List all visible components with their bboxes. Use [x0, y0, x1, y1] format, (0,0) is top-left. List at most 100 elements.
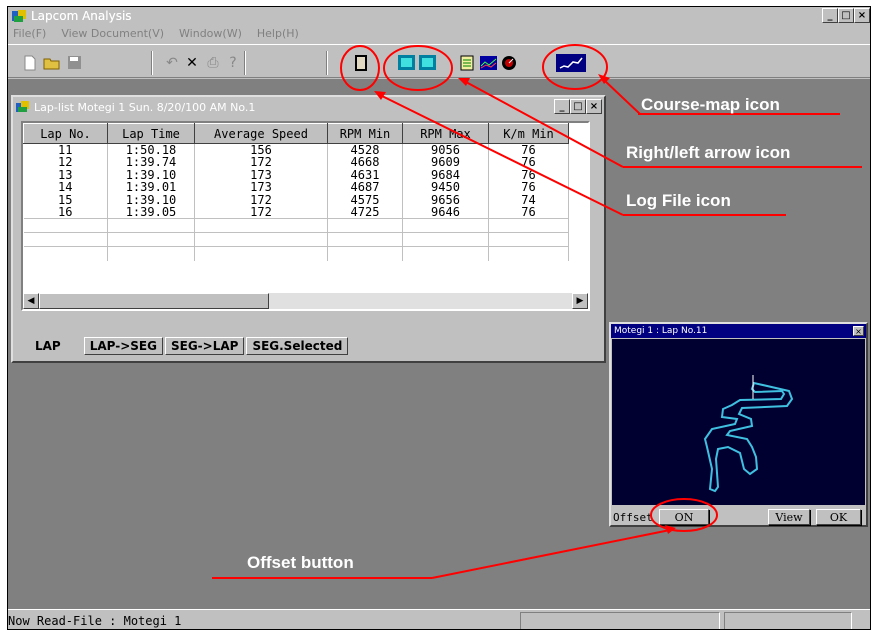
tab-lap[interactable]: LAP [19, 335, 66, 355]
status-panel [724, 612, 852, 629]
table-cell: 172 [194, 156, 328, 169]
log-file-callout: Log File icon [626, 191, 731, 210]
scroll-thumb[interactable] [39, 293, 269, 309]
table-cell: 4668 [327, 156, 403, 169]
table-row[interactable]: 12 1:39.74 172 4668 9609 76 [23, 156, 569, 169]
scroll-right-icon[interactable]: ▶ [572, 293, 588, 309]
table-cell: 1:39.01 [107, 181, 195, 194]
course-map-title: Motegi 1 : Lap No.11 [611, 324, 866, 338]
table-cell: 1:50.18 [107, 143, 195, 156]
offset-on-button[interactable]: ON [659, 509, 709, 525]
minimize-button[interactable]: _ [822, 8, 838, 23]
column-header[interactable]: RPM Max [402, 123, 489, 144]
right-arrow-icon[interactable] [418, 54, 436, 71]
new-file-icon[interactable] [21, 54, 39, 71]
column-header[interactable]: Lap Time [107, 123, 195, 144]
table-cell: 9056 [402, 143, 489, 156]
lap-list-minimize-button[interactable]: _ [554, 99, 570, 114]
course-map-canvas[interactable] [612, 339, 865, 505]
table-cell: 173 [194, 181, 328, 194]
app-title: Lapcom Analysis [31, 9, 132, 23]
tab-lap-seg[interactable]: LAP->SEG [83, 337, 163, 355]
course-map-icon[interactable] [556, 53, 586, 72]
course-map-footer: Offset ON View OK [611, 506, 866, 525]
table-row[interactable]: 14 1:39.01 173 4687 9450 76 [23, 181, 569, 194]
table-cell: 4687 [327, 181, 403, 194]
table-cell: 76 [488, 206, 569, 219]
table-row[interactable]: 15 1:39.10 172 4575 9656 74 [23, 193, 569, 206]
empty-row [23, 246, 569, 261]
table-cell: 14 [23, 181, 108, 194]
table-cell: 12 [23, 156, 108, 169]
speedometer-icon[interactable] [500, 54, 518, 71]
table-cell: 76 [488, 181, 569, 194]
title-bar: Lapcom Analysis _ □ × [8, 7, 870, 25]
table-cell: 1:39.74 [107, 156, 195, 169]
view-button[interactable]: View [768, 509, 810, 525]
print-icon[interactable]: ⎙ [204, 54, 222, 71]
course-map-callout: Course-map icon [641, 95, 780, 114]
ok-button[interactable]: OK [816, 509, 861, 525]
course-map-close-button[interactable]: × [853, 326, 864, 336]
menu-help[interactable]: Help(H) [257, 25, 299, 43]
empty-row [23, 232, 569, 247]
cut-icon[interactable]: ✕ [183, 54, 201, 71]
toolbar: ↶ ✕ ⎙ ? [8, 44, 870, 78]
tab-seg-selected[interactable]: SEG.Selected [246, 337, 349, 355]
horizontal-scrollbar[interactable]: ◀ ▶ [23, 293, 588, 309]
lap-list-maximize-button[interactable]: □ [570, 99, 586, 114]
toolbar-separator [244, 51, 246, 75]
offset-label: Offset [613, 511, 653, 524]
table-cell: 9450 [402, 181, 489, 194]
close-button[interactable]: × [854, 8, 870, 23]
lap-list-window: Lap-list Motegi 1 Sun. 8/20/100 AM No.1 … [11, 95, 606, 363]
app-logo-icon [11, 9, 27, 23]
log-file-icon[interactable] [352, 54, 370, 71]
tab-strip: LAP LAP->SEG SEG->LAP SEG.Selected [19, 335, 579, 355]
table-cell: 76 [488, 156, 569, 169]
table-cell: 76 [488, 168, 569, 181]
maximize-button[interactable]: □ [838, 8, 854, 23]
notepad-icon[interactable] [458, 54, 476, 71]
table-row[interactable]: 16 1:39.05 172 4725 9646 76 [23, 206, 569, 219]
arrow-callout: Right/left arrow icon [626, 143, 791, 162]
undo-icon[interactable]: ↶ [163, 54, 181, 71]
save-icon[interactable] [65, 54, 83, 71]
lap-list-title-bar: Lap-list Motegi 1 Sun. 8/20/100 AM No.1 … [13, 97, 604, 117]
column-header[interactable]: Lap No. [23, 123, 108, 144]
offset-callout: Offset button [247, 553, 354, 572]
table-cell: 173 [194, 168, 328, 181]
column-header[interactable]: Average Speed [194, 123, 328, 144]
table-cell: 13 [23, 168, 108, 181]
tab-seg-lap[interactable]: SEG->LAP [164, 337, 245, 355]
lap-table[interactable]: Lap No. Lap Time Average Speed RPM Min R… [21, 121, 590, 311]
help-pointer-icon[interactable]: ? [224, 54, 242, 71]
left-arrow-icon[interactable] [397, 54, 415, 71]
column-header[interactable]: RPM Min [327, 123, 403, 144]
toolbar-separator [151, 51, 153, 75]
table-cell: 11 [23, 143, 108, 156]
menu-bar: File(F) View Document(V) Window(W) Help(… [8, 25, 870, 43]
status-text: Now Read-File : Motegi 1 [8, 614, 182, 628]
lap-list-title: Lap-list Motegi 1 Sun. 8/20/100 AM No.1 [34, 100, 256, 114]
menu-view-document[interactable]: View Document(V) [61, 25, 164, 43]
table-cell: 76 [488, 143, 569, 156]
track-outline [703, 381, 794, 493]
scroll-left-icon[interactable]: ◀ [23, 293, 39, 309]
table-cell: 9646 [402, 206, 489, 219]
table-cell: 4528 [327, 143, 403, 156]
menu-file[interactable]: File(F) [13, 25, 46, 43]
menu-window[interactable]: Window(W) [179, 25, 242, 43]
graph-icon[interactable] [479, 54, 497, 71]
status-panel [520, 612, 720, 629]
table-cell: 4631 [327, 168, 403, 181]
lap-list-close-button[interactable]: × [586, 99, 602, 114]
table-cell: 172 [194, 206, 328, 219]
course-map-window: Motegi 1 : Lap No.11 × Offset ON View OK [609, 322, 868, 527]
open-folder-icon[interactable] [43, 54, 61, 71]
table-row[interactable]: 13 1:39.10 173 4631 9684 76 [23, 168, 569, 181]
column-header[interactable]: K/m Min [488, 123, 569, 144]
table-row[interactable]: 11 1:50.18 156 4528 9056 76 [23, 143, 569, 156]
table-cell: 16 [23, 206, 108, 219]
toolbar-separator [326, 51, 328, 75]
